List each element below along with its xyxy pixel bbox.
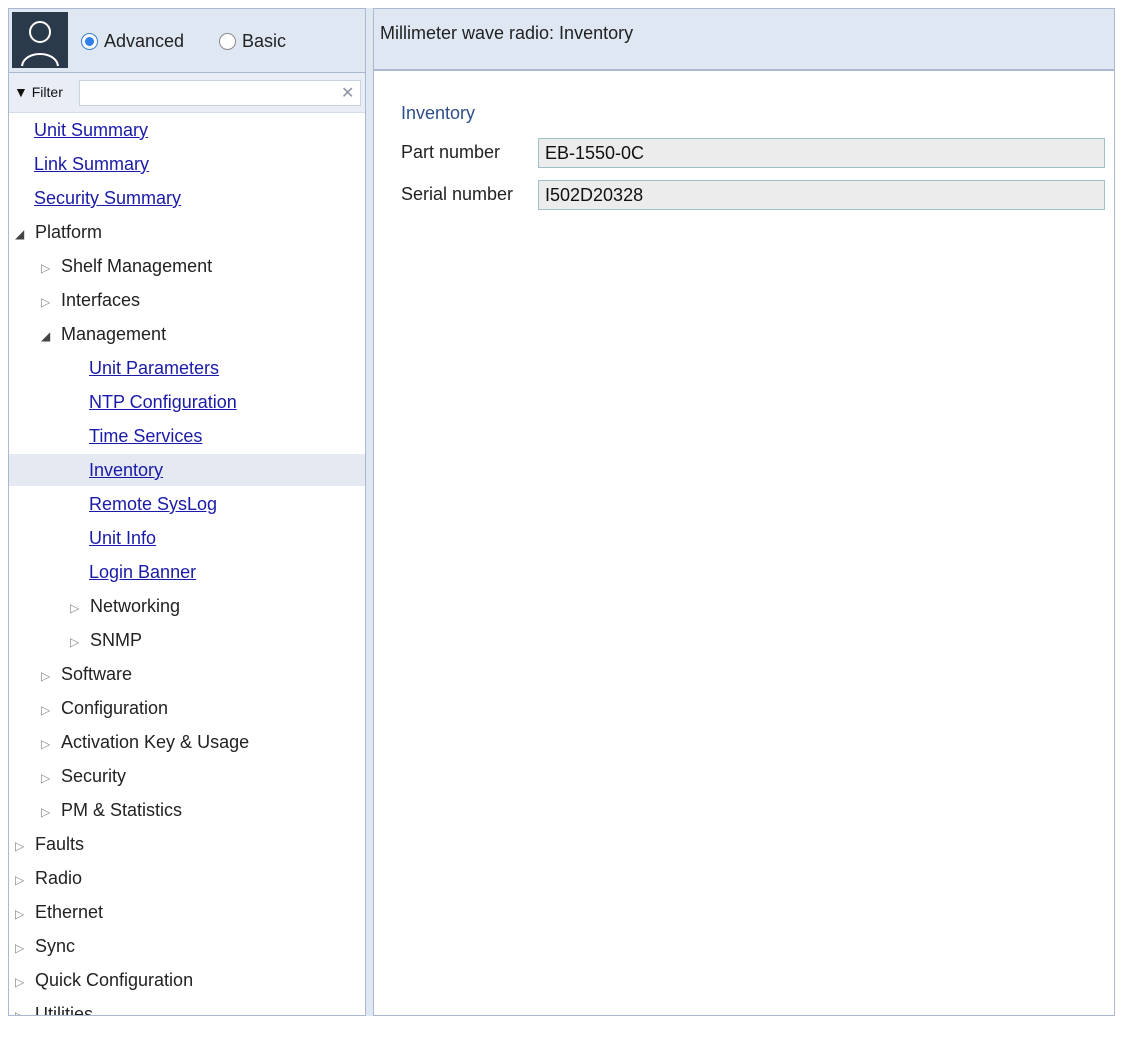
caret-expanded-icon[interactable]: ◢ xyxy=(41,320,61,352)
radio-selected-icon xyxy=(81,32,98,50)
tree-item-label[interactable]: Unit Info xyxy=(89,528,156,548)
tree-node-label: Sync xyxy=(35,936,76,956)
serial-number-label: Serial number xyxy=(401,184,514,204)
caret-collapsed-icon[interactable]: ▷ xyxy=(15,966,35,998)
caret-collapsed-icon[interactable]: ▷ xyxy=(70,592,90,624)
caret-collapsed-icon[interactable]: ▷ xyxy=(41,728,61,760)
tree-item-time-services[interactable]: Time Services xyxy=(9,420,365,452)
tree-node-label: Software xyxy=(61,664,133,684)
nav-header: Advanced Basic xyxy=(9,9,365,73)
section-title: Inventory xyxy=(401,103,476,123)
app-window: Advanced Basic ▼ Filter ✕ Unit Summary L… xyxy=(8,8,1115,1016)
tree-node-label: Faults xyxy=(35,834,85,854)
tree-item-label[interactable]: Login Banner xyxy=(89,562,196,582)
tree-node-label: Activation Key & Usage xyxy=(61,732,250,752)
serial-number-field: I502D20328 xyxy=(538,180,1105,210)
tree-node-label: Interfaces xyxy=(61,290,141,310)
tree-node-security[interactable]: ▷ Security xyxy=(9,760,365,792)
tree-item-unit-summary[interactable]: Unit Summary xyxy=(9,114,365,146)
mode-basic-label: Basic xyxy=(242,30,287,51)
part-number-field: EB-1550-0C xyxy=(538,138,1105,168)
tree-node-label: PM & Statistics xyxy=(61,800,183,820)
tree-item-ntp-configuration[interactable]: NTP Configuration xyxy=(9,386,365,418)
page-title: Millimeter wave radio: Inventory xyxy=(380,23,634,43)
caret-collapsed-icon[interactable]: ▷ xyxy=(41,252,61,284)
content-header: Millimeter wave radio: Inventory xyxy=(374,9,1114,71)
navigation-panel: Advanced Basic ▼ Filter ✕ Unit Summary L… xyxy=(8,8,366,1016)
tree-item-label[interactable]: Time Services xyxy=(89,426,202,446)
tree-item-unit-parameters[interactable]: Unit Parameters xyxy=(9,352,365,384)
tree-item-remote-syslog[interactable]: Remote SysLog xyxy=(9,488,365,520)
tree-item-unit-info[interactable]: Unit Info xyxy=(9,522,365,554)
tree-item-label[interactable]: Link Summary xyxy=(34,154,149,174)
tree-node-sync[interactable]: ▷ Sync xyxy=(9,930,365,962)
tree-node-label: Networking xyxy=(90,596,181,616)
tree-node-label: Quick Configuration xyxy=(35,970,194,990)
tree-item-inventory[interactable]: Inventory xyxy=(9,454,365,486)
tree-node-label: Shelf Management xyxy=(61,256,213,276)
close-icon[interactable]: ✕ xyxy=(341,83,354,103)
content-panel: Millimeter wave radio: Inventory Invento… xyxy=(374,8,1115,1016)
tree-node-ethernet[interactable]: ▷ Ethernet xyxy=(9,896,365,928)
tree-node-networking[interactable]: ▷ Networking xyxy=(9,590,365,622)
tree-node-label: SNMP xyxy=(90,630,143,650)
caret-collapsed-icon[interactable]: ▷ xyxy=(15,1000,35,1015)
tree-node-label: Platform xyxy=(35,222,103,242)
tree-item-label[interactable]: Inventory xyxy=(89,460,163,480)
filter-toggle[interactable]: ▼ Filter xyxy=(14,84,63,100)
tree-item-link-summary[interactable]: Link Summary xyxy=(9,148,365,180)
caret-collapsed-icon[interactable]: ▷ xyxy=(41,660,61,692)
tree-item-security-summary[interactable]: Security Summary xyxy=(9,182,365,214)
tree-node-label: Configuration xyxy=(61,698,169,718)
tree-node-interfaces[interactable]: ▷ Interfaces xyxy=(9,284,365,316)
filter-label: Filter xyxy=(31,84,63,100)
tree-item-label[interactable]: NTP Configuration xyxy=(89,392,237,412)
tree-node-quick-configuration[interactable]: ▷ Quick Configuration xyxy=(9,964,365,996)
tree-node-faults[interactable]: ▷ Faults xyxy=(9,828,365,860)
caret-collapsed-icon[interactable]: ▷ xyxy=(15,830,35,862)
user-avatar-icon[interactable] xyxy=(12,12,68,68)
tree-node-management[interactable]: ◢ Management xyxy=(9,318,365,350)
tree-node-label: Management xyxy=(61,324,167,344)
tree-item-label[interactable]: Remote SysLog xyxy=(89,494,217,514)
mode-advanced-label: Advanced xyxy=(104,30,185,51)
caret-collapsed-icon[interactable]: ▷ xyxy=(15,864,35,896)
tree-node-label: Ethernet xyxy=(35,902,104,922)
caret-collapsed-icon[interactable]: ▷ xyxy=(70,626,90,658)
tree-node-label: Radio xyxy=(35,868,83,888)
tree-node-activation-key[interactable]: ▷ Activation Key & Usage xyxy=(9,726,365,758)
tree-item-label[interactable]: Unit Summary xyxy=(34,120,148,140)
caret-collapsed-icon[interactable]: ▷ xyxy=(41,286,61,318)
tree-node-label: Utilities xyxy=(35,1004,94,1016)
tree-node-snmp[interactable]: ▷ SNMP xyxy=(9,624,365,656)
panel-splitter[interactable] xyxy=(366,8,374,1016)
mode-basic-radio[interactable]: Basic xyxy=(219,29,286,53)
caret-collapsed-icon[interactable]: ▷ xyxy=(41,762,61,794)
caret-collapsed-icon[interactable]: ▷ xyxy=(15,932,35,964)
tree-item-login-banner[interactable]: Login Banner xyxy=(9,556,365,588)
mode-advanced-radio[interactable]: Advanced xyxy=(81,29,184,53)
caret-collapsed-icon[interactable]: ▷ xyxy=(41,694,61,726)
caret-expanded-icon[interactable]: ◢ xyxy=(15,218,35,250)
tree-node-pm-statistics[interactable]: ▷ PM & Statistics xyxy=(9,794,365,826)
tree-node-platform[interactable]: ◢ Platform xyxy=(9,216,365,248)
tree-node-configuration[interactable]: ▷ Configuration xyxy=(9,692,365,724)
tree-node-radio[interactable]: ▷ Radio xyxy=(9,862,365,894)
part-number-label: Part number xyxy=(401,142,501,162)
tree-node-shelf-management[interactable]: ▷ Shelf Management xyxy=(9,250,365,282)
tree-node-software[interactable]: ▷ Software xyxy=(9,658,365,690)
filter-input[interactable] xyxy=(79,80,361,106)
tree-node-label: Security xyxy=(61,766,127,786)
tree-item-label[interactable]: Security Summary xyxy=(34,188,181,208)
radio-unselected-icon xyxy=(219,32,236,50)
tree-item-label[interactable]: Unit Parameters xyxy=(89,358,219,378)
filter-bar: ▼ Filter ✕ xyxy=(9,73,365,113)
caret-collapsed-icon[interactable]: ▷ xyxy=(41,796,61,828)
tree-node-utilities[interactable]: ▷ Utilities xyxy=(9,998,365,1016)
caret-collapsed-icon[interactable]: ▷ xyxy=(15,898,35,930)
